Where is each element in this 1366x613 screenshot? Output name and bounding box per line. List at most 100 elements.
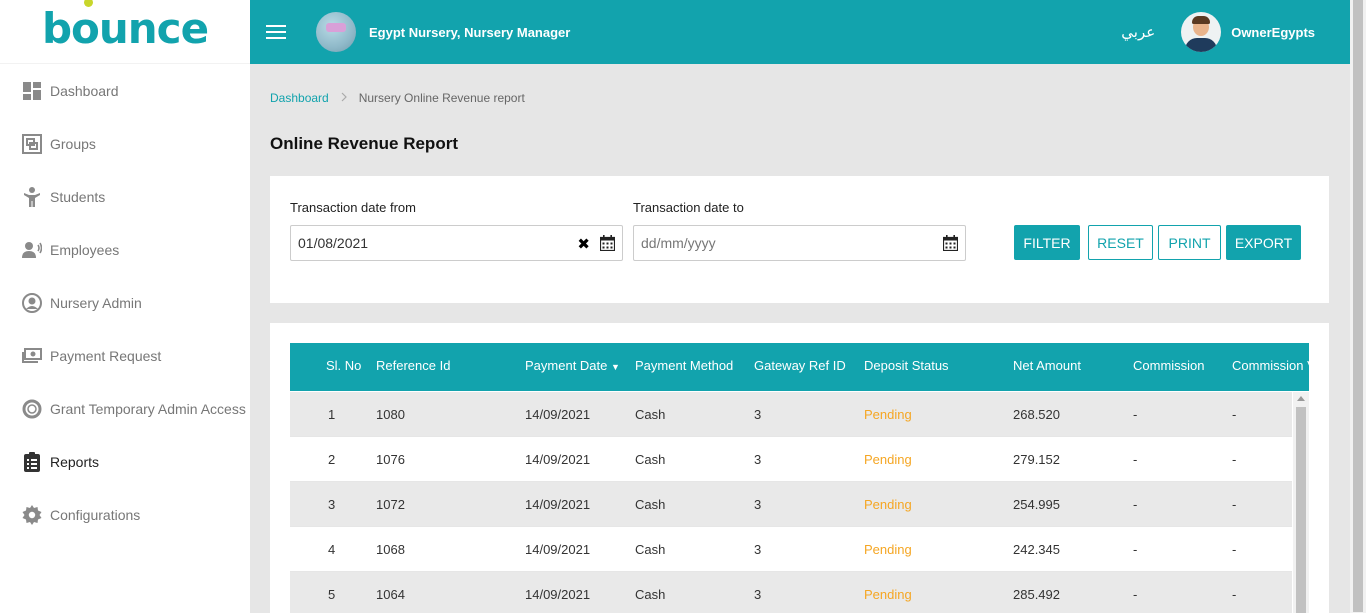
- table-row[interactable]: 4 1068 14/09/2021 Cash 3 Pending 242.345 - -: [290, 527, 1292, 572]
- cell-payment-date: 14/09/2021: [525, 497, 591, 512]
- column-header[interactable]: Gateway Ref ID: [754, 358, 846, 373]
- cell-payment-method: Cash: [635, 542, 666, 557]
- cell-deposit-status: Pending: [864, 497, 912, 512]
- column-header-sorted[interactable]: Payment Date ▼: [525, 358, 620, 373]
- table-row[interactable]: 5 1064 14/09/2021 Cash 3 Pending 285.492 - -: [290, 572, 1292, 613]
- sidebar-item-grant-temporary-admin-access[interactable]: Grant Temporary Admin Access: [0, 382, 250, 435]
- sidebar-item-label: Groups: [50, 135, 96, 152]
- cell-commission: -: [1133, 452, 1138, 467]
- cell-payment-method: Cash: [635, 497, 666, 512]
- cell-net-amount: 285.492: [1013, 587, 1060, 602]
- sidebar-item-label: Configurations: [50, 506, 141, 523]
- cell-payment-method: Cash: [635, 452, 666, 467]
- employees-icon: [22, 240, 42, 260]
- sidebar-item-groups[interactable]: Groups: [0, 117, 250, 170]
- cell-net-amount: 254.995: [1013, 497, 1060, 512]
- cell-gateway-ref-id: 3: [754, 497, 762, 512]
- filter-card: Transaction date from 01/08/2021 ✖ Trans…: [270, 176, 1329, 303]
- nursery-avatar: [316, 12, 356, 52]
- date-from-field[interactable]: 01/08/2021 ✖: [290, 225, 623, 261]
- table-scrollbar[interactable]: [1293, 392, 1309, 613]
- cell-payment-date: 14/09/2021: [525, 407, 591, 422]
- export-button[interactable]: EXPORT: [1226, 225, 1301, 260]
- student-icon: [22, 186, 42, 207]
- column-header[interactable]: Commission V: [1232, 358, 1309, 373]
- dashboard-icon: [22, 81, 42, 101]
- user-name[interactable]: OwnerEgypts: [1231, 25, 1315, 40]
- cell-sl-no: 5: [328, 587, 336, 602]
- language-toggle[interactable]: عربي: [1121, 23, 1155, 41]
- groups-icon: [22, 133, 42, 154]
- cell-commission: -: [1133, 587, 1138, 602]
- chevron-right-icon: [341, 91, 347, 105]
- cell-commission-v: -: [1232, 452, 1237, 467]
- table-row[interactable]: 3 1072 14/09/2021 Cash 3 Pending 254.995 - -: [290, 482, 1292, 527]
- cell-reference-id: 1068: [376, 542, 405, 557]
- sidebar-item-label: Grant Temporary Admin Access: [50, 400, 246, 417]
- cell-gateway-ref-id: 3: [754, 587, 762, 602]
- cell-sl-no: 1: [328, 407, 336, 422]
- date-from-value: 01/08/2021: [298, 235, 369, 251]
- column-header[interactable]: Payment Method: [635, 358, 733, 373]
- print-button[interactable]: PRINT: [1158, 225, 1221, 260]
- sidebar: bo unce Dashboard Groups Students Employe…: [0, 0, 250, 613]
- filter-button[interactable]: FILTER: [1014, 225, 1080, 260]
- cell-payment-date: 14/09/2021: [525, 452, 591, 467]
- reset-button[interactable]: RESET: [1088, 225, 1153, 260]
- cell-reference-id: 1076: [376, 452, 405, 467]
- cell-commission-v: -: [1232, 587, 1237, 602]
- sidebar-item-label: Employees: [50, 241, 120, 258]
- logo-text: bo unce: [42, 0, 209, 53]
- sidebar-item-label: Reports: [50, 453, 100, 470]
- cell-gateway-ref-id: 3: [754, 407, 762, 422]
- calendar-icon[interactable]: [942, 235, 959, 254]
- breadcrumb-home-link[interactable]: Dashboard: [270, 91, 329, 105]
- column-header[interactable]: Commission: [1133, 358, 1205, 373]
- cell-payment-method: Cash: [635, 407, 666, 422]
- sidebar-item-label: Nursery Admin: [50, 294, 142, 311]
- cell-commission: -: [1133, 497, 1138, 512]
- sort-desc-icon: ▼: [611, 362, 620, 372]
- page-scrollbar[interactable]: [1350, 0, 1366, 613]
- cell-gateway-ref-id: 3: [754, 452, 762, 467]
- nursery-title: Egypt Nursery, Nursery Manager: [369, 24, 571, 40]
- sidebar-item-configurations[interactable]: Configurations: [0, 488, 250, 541]
- table-header: Sl. No Reference Id Payment Date ▼ Payme…: [290, 343, 1309, 391]
- cell-deposit-status: Pending: [864, 407, 912, 422]
- date-to-placeholder: dd/mm/yyyy: [641, 235, 716, 251]
- cell-deposit-status: Pending: [864, 542, 912, 557]
- sidebar-item-label: Students: [50, 188, 106, 205]
- date-from-label: Transaction date from: [290, 200, 416, 215]
- sidebar-item-employees[interactable]: Employees: [0, 223, 250, 276]
- column-header[interactable]: Sl. No: [326, 358, 361, 373]
- sidebar-item-students[interactable]: Students: [0, 170, 250, 223]
- revenue-table: Sl. No Reference Id Payment Date ▼ Payme…: [290, 343, 1309, 613]
- logo-dot-icon: [84, 0, 94, 7]
- logo[interactable]: bo unce: [0, 0, 250, 64]
- sidebar-item-reports[interactable]: Reports: [0, 435, 250, 488]
- cell-net-amount: 279.152: [1013, 452, 1060, 467]
- user-avatar[interactable]: [1181, 12, 1222, 52]
- calendar-icon[interactable]: [599, 235, 616, 254]
- cell-payment-date: 14/09/2021: [525, 587, 591, 602]
- menu-icon[interactable]: [266, 21, 286, 43]
- breadcrumb: Dashboard Nursery Online Revenue report: [270, 91, 525, 105]
- sidebar-item-dashboard[interactable]: Dashboard: [0, 64, 250, 117]
- sidebar-item-nursery-admin[interactable]: Nursery Admin: [0, 276, 250, 329]
- clear-icon[interactable]: ✖: [577, 235, 590, 253]
- cell-commission-v: -: [1232, 497, 1237, 512]
- sidebar-item-payment-request[interactable]: Payment Request: [0, 329, 250, 382]
- cell-deposit-status: Pending: [864, 452, 912, 467]
- table-row[interactable]: 1 1080 14/09/2021 Cash 3 Pending 268.520 - -: [290, 392, 1292, 437]
- cell-commission-v: -: [1232, 407, 1237, 422]
- table-row[interactable]: 2 1076 14/09/2021 Cash 3 Pending 279.152 - -: [290, 437, 1292, 482]
- gear-icon: [22, 504, 42, 525]
- date-to-field[interactable]: dd/mm/yyyy: [633, 225, 966, 261]
- scroll-up-icon[interactable]: [1297, 396, 1305, 401]
- cell-net-amount: 268.520: [1013, 407, 1060, 422]
- column-header[interactable]: Reference Id: [376, 358, 450, 373]
- cell-commission-v: -: [1232, 542, 1237, 557]
- column-header[interactable]: Deposit Status: [864, 358, 949, 373]
- column-header[interactable]: Net Amount: [1013, 358, 1081, 373]
- cell-sl-no: 4: [328, 542, 336, 557]
